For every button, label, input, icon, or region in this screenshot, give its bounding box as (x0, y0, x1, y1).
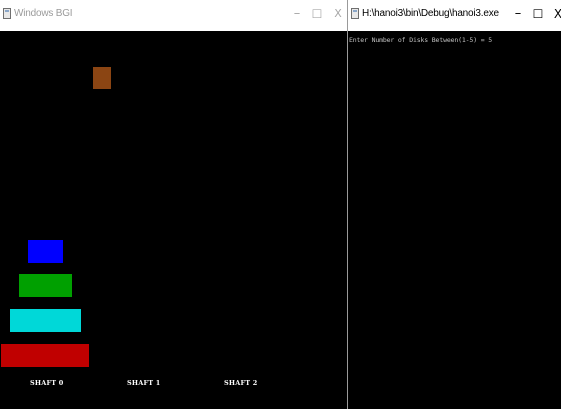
console-output-line: Enter Number of Disks Between(1-5) = 5 (349, 36, 493, 44)
disk-green (19, 274, 72, 297)
disk-red (1, 344, 89, 367)
console-minimize-button[interactable]: – (511, 4, 525, 24)
bgi-maximize-button[interactable]: ☐ (310, 4, 324, 24)
console-maximize-button[interactable]: ☐ (531, 4, 545, 24)
bgi-app-icon (3, 8, 11, 19)
bgi-close-button[interactable]: X (331, 4, 345, 24)
moving-disk (93, 67, 111, 89)
console-close-button[interactable]: X (551, 4, 561, 24)
bgi-canvas: SHAFT 0 SHAFT 1 SHAFT 2 (0, 31, 347, 409)
shaft-2-label: SHAFT 2 (224, 379, 258, 387)
bgi-window: Windows BGI – ☐ X SHAFT 0 SHAFT 1 SHAFT … (0, 0, 347, 409)
console-output-area[interactable]: Enter Number of Disks Between(1-5) = 5 (348, 31, 561, 409)
bgi-window-title: Windows BGI (14, 8, 73, 19)
shaft-1-label: SHAFT 1 (127, 379, 161, 387)
console-window: H:\hanoi3\bin\Debug\hanoi3.exe – ☐ X Ent… (348, 0, 561, 409)
disk-blue (28, 240, 63, 263)
console-app-icon (351, 8, 359, 19)
console-window-title: H:\hanoi3\bin\Debug\hanoi3.exe (362, 8, 499, 19)
bgi-titlebar[interactable]: Windows BGI – ☐ X (0, 0, 347, 31)
console-titlebar[interactable]: H:\hanoi3\bin\Debug\hanoi3.exe – ☐ X (348, 0, 561, 31)
disk-cyan (10, 309, 81, 332)
shaft-0-label: SHAFT 0 (30, 379, 64, 387)
bgi-minimize-button[interactable]: – (290, 4, 304, 24)
